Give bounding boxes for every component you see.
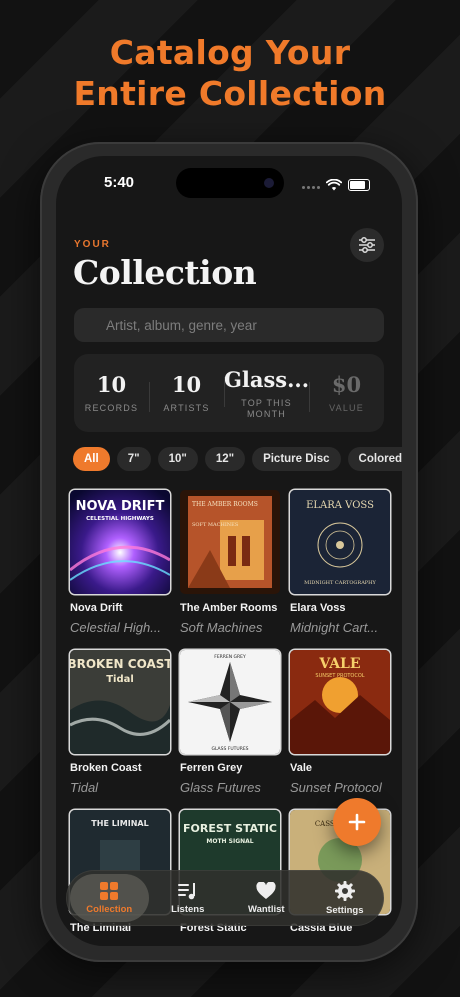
chip-12-inch[interactable]: 12"	[204, 447, 246, 471]
stat-value: Glass...	[223, 366, 310, 392]
record-album: Sunset Protocol	[290, 780, 382, 795]
headline-line-2: Entire Collection	[73, 74, 387, 113]
cover-subtitle: Tidal	[106, 674, 134, 685]
promo-headline: Catalog Your Entire Collection	[0, 32, 460, 114]
chip-all[interactable]: All	[73, 447, 110, 471]
record-card[interactable]: NOVA DRIFT CELESTIAL HIGHWAYS Nova Drift…	[70, 490, 170, 640]
stat-value: 10	[171, 372, 202, 397]
record-card[interactable]: VALE SUNSET PROTOCOL Vale Sunset Protoco…	[290, 650, 390, 800]
tab-collection[interactable]: Collection	[70, 874, 149, 922]
album-cover: FERREN GREY GLASS FUTURES	[180, 650, 280, 754]
stat-label: ARTISTS	[163, 403, 210, 413]
headline-line-1: Catalog Your	[109, 33, 351, 72]
tab-label: Settings	[326, 904, 364, 916]
record-album: Glass Futures	[180, 780, 261, 795]
music-list-icon	[177, 882, 195, 899]
cover-subtitle: MOTH SIGNAL	[206, 838, 253, 845]
record-artist: Elara Voss	[290, 602, 346, 614]
gear-icon	[334, 880, 355, 901]
chip-picture-disc[interactable]: Picture Disc	[252, 447, 341, 471]
stat-label: RECORDS	[84, 403, 139, 413]
cover-title: BROKEN COAST	[70, 657, 170, 671]
app-screen: 5:40 YOUR Collection 10 RECORDS 10 ARTISTS…	[56, 156, 402, 946]
cover-title: FERREN GREY	[214, 654, 246, 660]
chip-10-inch[interactable]: 10"	[157, 447, 198, 471]
album-cover: THE AMBER ROOMS SOFT MACHINES	[180, 490, 280, 594]
stat-artists: 10 ARTISTS	[148, 372, 224, 414]
record-artist: Broken Coast	[70, 762, 142, 774]
stat-label: VALUE	[329, 403, 364, 413]
tab-label: Collection	[86, 903, 133, 915]
tab-settings[interactable]: Settings	[306, 874, 385, 922]
chip-7-inch[interactable]: 7"	[116, 447, 151, 471]
cover-subtitle: SUNSET PROTOCOL	[315, 673, 364, 679]
record-artist: Ferren Grey	[180, 762, 243, 774]
record-artist: Nova Drift	[70, 602, 123, 614]
record-card[interactable]: ELARA VOSS MIDNIGHT CARTOGRAPHY Elara Vo…	[290, 490, 390, 640]
plus-icon	[348, 813, 366, 831]
chip-colored[interactable]: Colored	[347, 447, 402, 471]
stat-value: 10	[96, 372, 127, 397]
cover-subtitle: MIDNIGHT CARTOGRAPHY	[304, 580, 376, 586]
stat-value-total: $0 VALUE	[309, 372, 384, 414]
sliders-icon	[359, 237, 375, 253]
record-artist: Vale	[290, 762, 313, 774]
record-album: Soft Machines	[180, 620, 263, 635]
tab-bar: Collection Listens Wantlist Settings	[66, 870, 384, 926]
stat-label: TOP THIS MONTH	[241, 397, 292, 419]
stat-top-this-month: Glass... TOP THIS MONTH	[223, 366, 310, 420]
status-icons	[300, 176, 370, 194]
stat-value: $0	[331, 372, 362, 397]
cover-subtitle: GLASS FUTURES	[211, 746, 248, 752]
cover-title: THE AMBER ROOMS	[192, 501, 258, 508]
album-cover: ELARA VOSS MIDNIGHT CARTOGRAPHY	[290, 490, 390, 594]
status-bar: 5:40	[56, 156, 402, 206]
heart-icon	[256, 881, 276, 899]
page-title: Collection	[73, 253, 257, 292]
add-record-button[interactable]	[333, 798, 381, 846]
camera-icon	[264, 178, 274, 188]
stat-records: 10 RECORDS	[74, 372, 149, 414]
cover-title: THE LIMINAL	[91, 819, 148, 828]
record-album: Tidal	[70, 780, 99, 795]
tab-label: Wantlist	[247, 903, 285, 915]
cover-title: NOVA DRIFT	[76, 499, 165, 514]
grid-icon	[100, 881, 119, 900]
album-cover: NOVA DRIFT CELESTIAL HIGHWAYS	[70, 490, 170, 594]
signal-icon	[300, 176, 320, 194]
record-artist: The Amber Rooms	[180, 602, 278, 614]
record-card[interactable]: FERREN GREY GLASS FUTURES Ferren Grey Gl…	[180, 650, 280, 800]
cover-title: VALE	[318, 656, 360, 672]
search-input[interactable]	[74, 308, 384, 342]
section-eyebrow: YOUR	[74, 239, 111, 250]
status-time: 5:40	[104, 174, 135, 191]
tab-listens[interactable]: Listens	[149, 874, 228, 922]
tab-label: Listens	[171, 903, 205, 915]
album-cover: VALE SUNSET PROTOCOL	[290, 650, 390, 754]
cover-subtitle: CELESTIAL HIGHWAYS	[86, 516, 154, 522]
dynamic-island	[176, 168, 284, 198]
tab-wantlist[interactable]: Wantlist	[227, 874, 306, 922]
wifi-icon	[326, 179, 342, 191]
record-album: Midnight Cart...	[290, 620, 379, 635]
battery-icon	[348, 179, 370, 191]
stats-panel: 10 RECORDS 10 ARTISTS Glass... TOP THIS MON…	[74, 354, 384, 432]
cover-title: ELARA VOSS	[306, 500, 374, 511]
record-album: Celestial High...	[70, 620, 162, 635]
filter-button[interactable]	[350, 228, 384, 262]
record-card[interactable]: THE AMBER ROOMS SOFT MACHINES The Amber …	[180, 490, 280, 640]
cover-subtitle: SOFT MACHINES	[192, 522, 239, 528]
record-card[interactable]: BROKEN COAST Tidal Broken Coast Tidal	[70, 650, 170, 800]
album-cover: BROKEN COAST Tidal	[70, 650, 170, 754]
cover-title: FOREST STATIC	[183, 822, 277, 835]
format-filter-chips: All 7" 10" 12" Picture Disc Colored	[73, 447, 402, 471]
